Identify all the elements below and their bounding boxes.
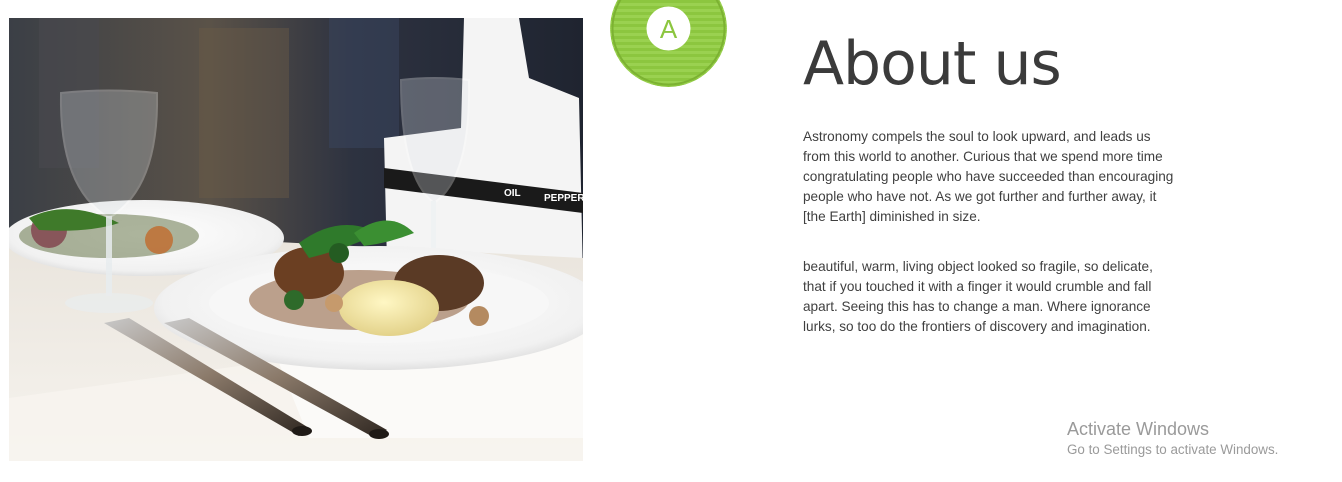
page-title: About us xyxy=(803,29,1062,99)
about-paragraph-1: Astronomy compels the soul to look upwar… xyxy=(803,129,1174,224)
about-paragraph-2: beautiful, warm, living object looked so… xyxy=(803,259,1153,334)
restaurant-food-photo: OIL PEPPER xyxy=(9,18,583,461)
pepper-label: PEPPER xyxy=(544,193,583,204)
activate-windows-subtitle: Go to Settings to activate Windows. xyxy=(1067,442,1279,457)
badge-letter: A xyxy=(660,14,678,44)
windows-activation-watermark: Activate Windows Go to Settings to activ… xyxy=(1067,417,1278,459)
logo-badge: A xyxy=(610,0,727,87)
oil-label: OIL xyxy=(504,188,521,199)
activate-windows-title: Activate Windows xyxy=(1067,419,1210,439)
